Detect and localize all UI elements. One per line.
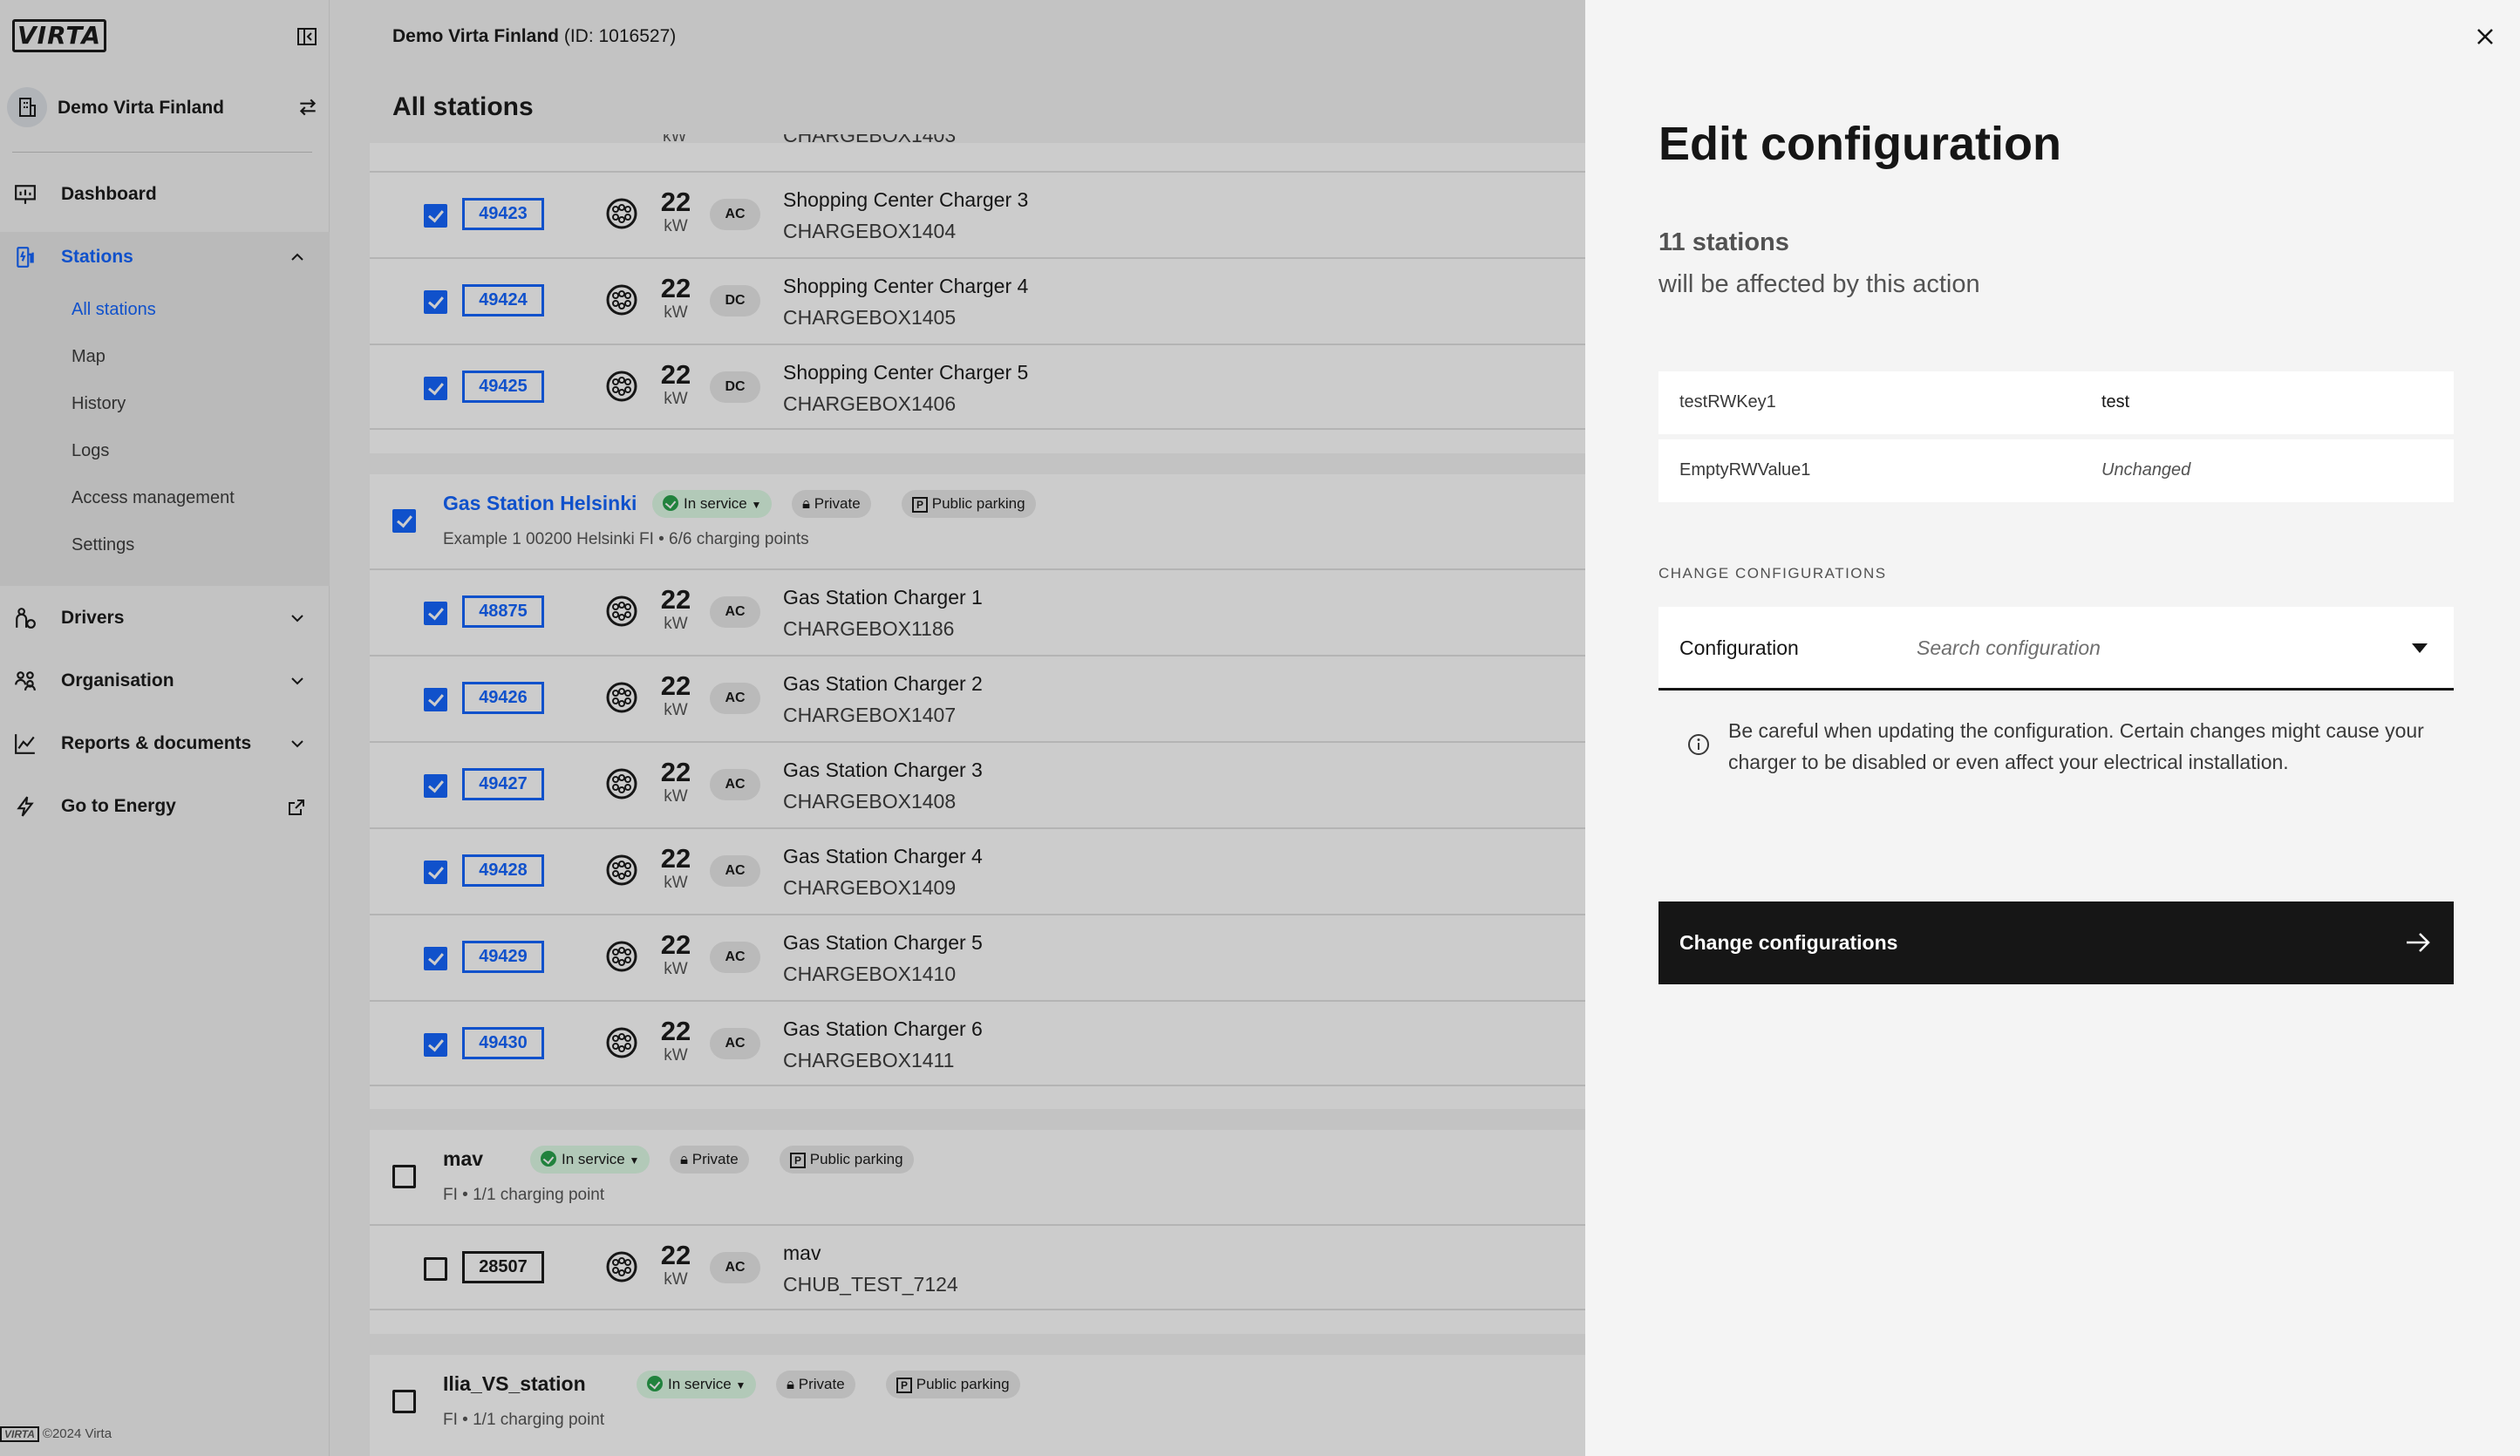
panel-title: Edit configuration [1658,118,2061,170]
config-row: EmptyRWValue1 Unchanged [1658,439,2454,502]
sidebar-overlay [0,0,330,1456]
change-configurations-button[interactable]: Change configurations [1658,901,2454,984]
arrow-right-icon [2403,928,2433,962]
config-key: testRWKey1 [1679,392,1776,412]
edit-configuration-panel: Edit configuration 11 stations will be a… [1585,0,2520,1456]
config-value: test [2101,392,2130,412]
affected-count: 11 stations [1658,228,1789,256]
config-row: testRWKey1 test [1658,371,2454,434]
close-icon[interactable] [2469,21,2501,52]
configuration-search-placeholder[interactable]: Search configuration [1917,636,2101,660]
info-icon [1686,732,1711,761]
configuration-select[interactable]: Configuration Search configuration [1658,607,2454,691]
affected-text: will be affected by this action [1658,270,1980,298]
configuration-label: Configuration [1679,636,1799,659]
change-configurations-label: Change configurations [1679,931,1898,954]
section-label: CHANGE CONFIGURATIONS [1658,565,1887,582]
caret-down-icon[interactable] [2412,643,2428,653]
warning-text: Be careful when updating the configurati… [1728,719,2424,773]
app: VIRTA Demo Virta Finland Dashboard Stati… [0,0,2520,1456]
modal-overlay[interactable] [330,0,1585,1456]
config-key: EmptyRWValue1 [1679,460,1811,480]
config-value: Unchanged [2101,460,2191,480]
